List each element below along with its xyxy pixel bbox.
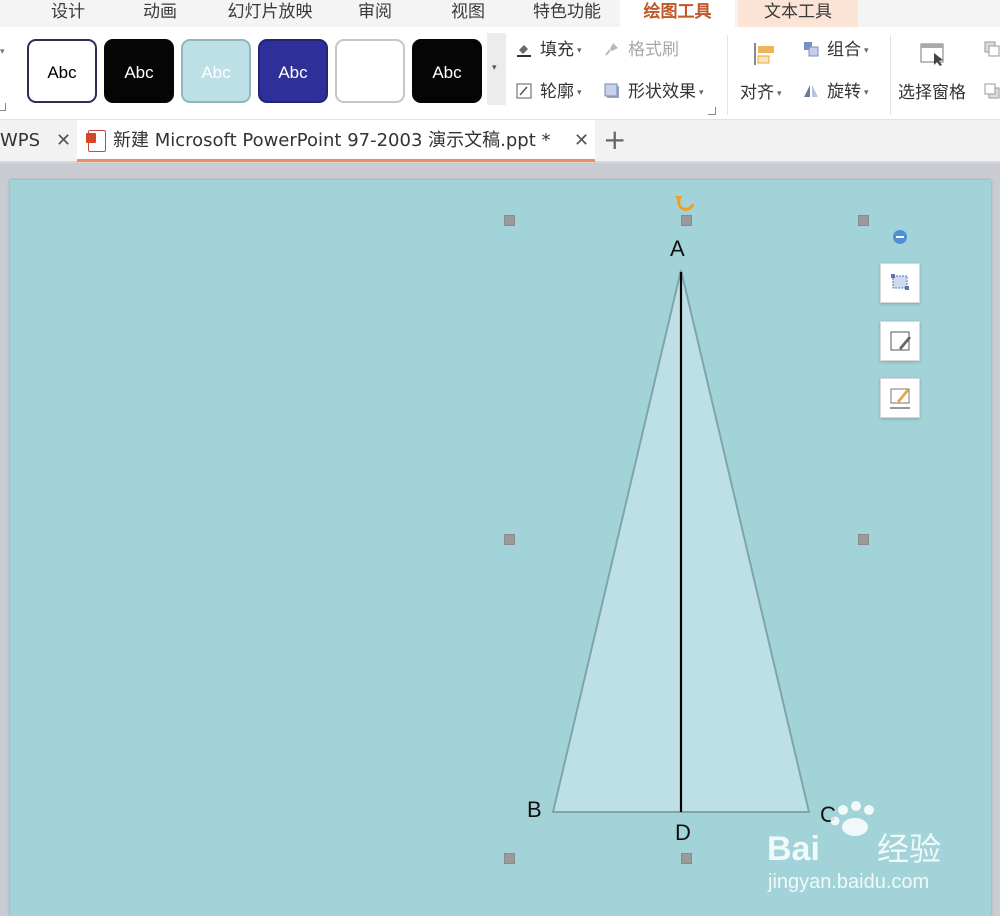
pencil-outline-icon	[890, 388, 910, 409]
resize-handle-bottom-left[interactable]	[504, 853, 515, 864]
shape-layer	[551, 196, 811, 813]
resize-handle-right[interactable]	[858, 534, 869, 545]
watermark-url: jingyan.baidu.com	[767, 871, 929, 893]
shape-outline-style-button[interactable]	[880, 378, 920, 418]
point-label-d: D	[675, 820, 691, 845]
edit-shape-icon	[890, 331, 911, 351]
watermark-brand: Bai	[767, 830, 820, 868]
resize-handle-left[interactable]	[504, 534, 515, 545]
resize-handle-top[interactable]	[681, 215, 692, 226]
shape-fill-style-button[interactable]	[880, 321, 920, 361]
baidu-jingyan-watermark: Bai 经验 jingyan.baidu.com	[767, 801, 941, 893]
point-label-a: A	[670, 236, 685, 261]
watermark-brand-suffix: 经验	[877, 830, 941, 868]
resize-handle-top-left[interactable]	[504, 215, 515, 226]
crop-frame-icon	[891, 274, 909, 290]
shape-layout-button[interactable]	[880, 263, 920, 303]
resize-handle-bottom[interactable]	[681, 853, 692, 864]
collapse-toolbar-button[interactable]	[893, 230, 907, 244]
resize-handle-top-right[interactable]	[858, 215, 869, 226]
point-label-b: B	[527, 797, 542, 822]
rotate-handle-icon[interactable]	[675, 196, 695, 211]
